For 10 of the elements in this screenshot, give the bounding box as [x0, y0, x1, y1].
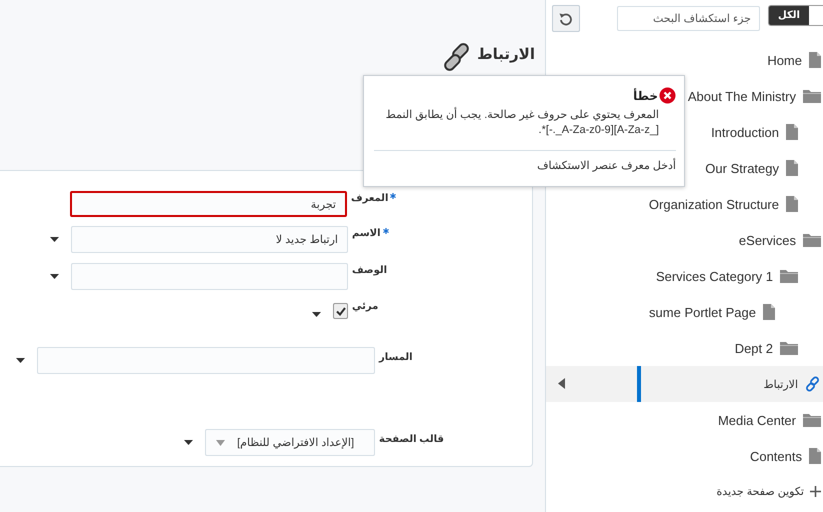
field-label: مرئي: [352, 301, 378, 312]
field-label: الاسم: [352, 228, 381, 239]
page-title: الارتباط: [477, 45, 535, 63]
field-label: المسار: [379, 352, 413, 363]
field-label: الوصف: [352, 265, 388, 276]
field-label: المعرف: [351, 193, 388, 204]
error-message: المعرف يحتوي على حروف غير صالحة. يجب أن يطابق النمط [_A-Za-z][A-Za-z0-9_.-]*.: [384, 108, 659, 138]
error-title: خطأ: [633, 88, 658, 102]
hint-text: أدخل معرف عنصر الاستكشاف: [536, 159, 676, 172]
field-label: قالب الصفحة: [379, 434, 444, 445]
